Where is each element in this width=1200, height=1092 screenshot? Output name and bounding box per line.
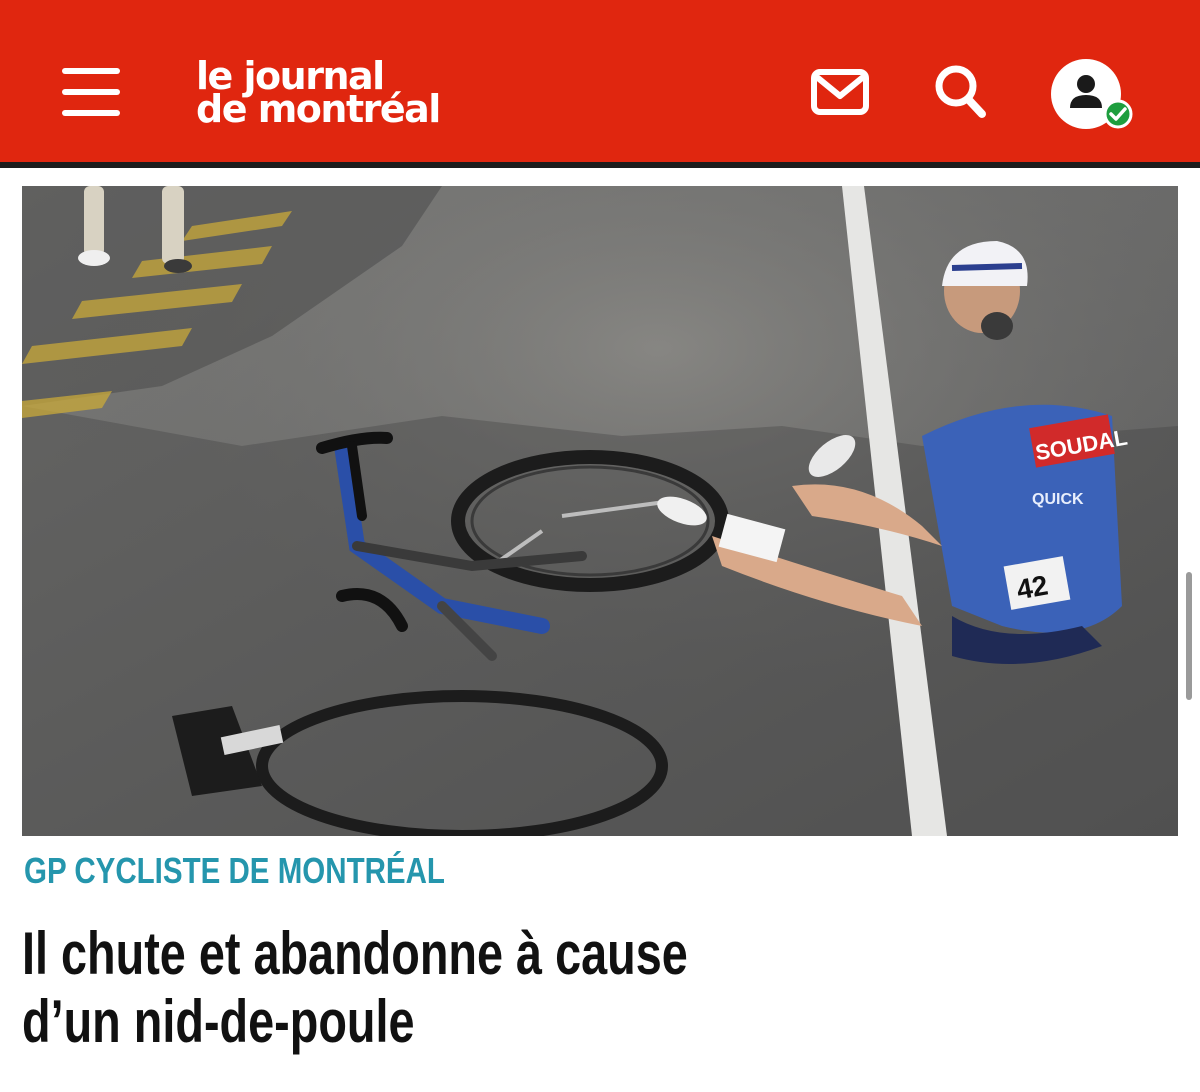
envelope-icon (811, 69, 869, 115)
site-header: le journal de montréal (0, 0, 1200, 168)
article-headline[interactable]: Il chute et abandonne à cause d’un nid-d… (22, 920, 802, 1056)
hamburger-menu-icon (62, 68, 120, 74)
race-number: 42 (1014, 569, 1050, 605)
newsletter-button[interactable] (810, 66, 870, 118)
logo-line-2: de montréal (196, 87, 441, 131)
headline-line-2: d’un nid-de-poule (22, 988, 415, 1055)
check-badge-icon (1103, 99, 1133, 129)
menu-button[interactable] (62, 68, 122, 116)
account-button[interactable] (1050, 58, 1136, 130)
hamburger-menu-icon-bar (62, 89, 120, 95)
article-hero-photo[interactable]: SOUDAL QUICK 42 (22, 186, 1178, 836)
search-button[interactable] (932, 62, 988, 122)
hamburger-menu-icon-bar (62, 110, 120, 116)
magnifier-icon (935, 65, 986, 118)
article-category[interactable]: GP CYCLISTE DE MONTRÉAL (24, 850, 445, 892)
site-logo[interactable]: le journal de montréal (196, 57, 441, 131)
jersey-text-2: QUICK (1032, 491, 1084, 508)
cyclist-crash-photo: SOUDAL QUICK 42 (22, 186, 1178, 836)
user-avatar-icon (1051, 59, 1133, 129)
page-scrollbar[interactable] (1186, 572, 1192, 700)
headline-line-1: Il chute et abandonne à cause (22, 920, 688, 987)
